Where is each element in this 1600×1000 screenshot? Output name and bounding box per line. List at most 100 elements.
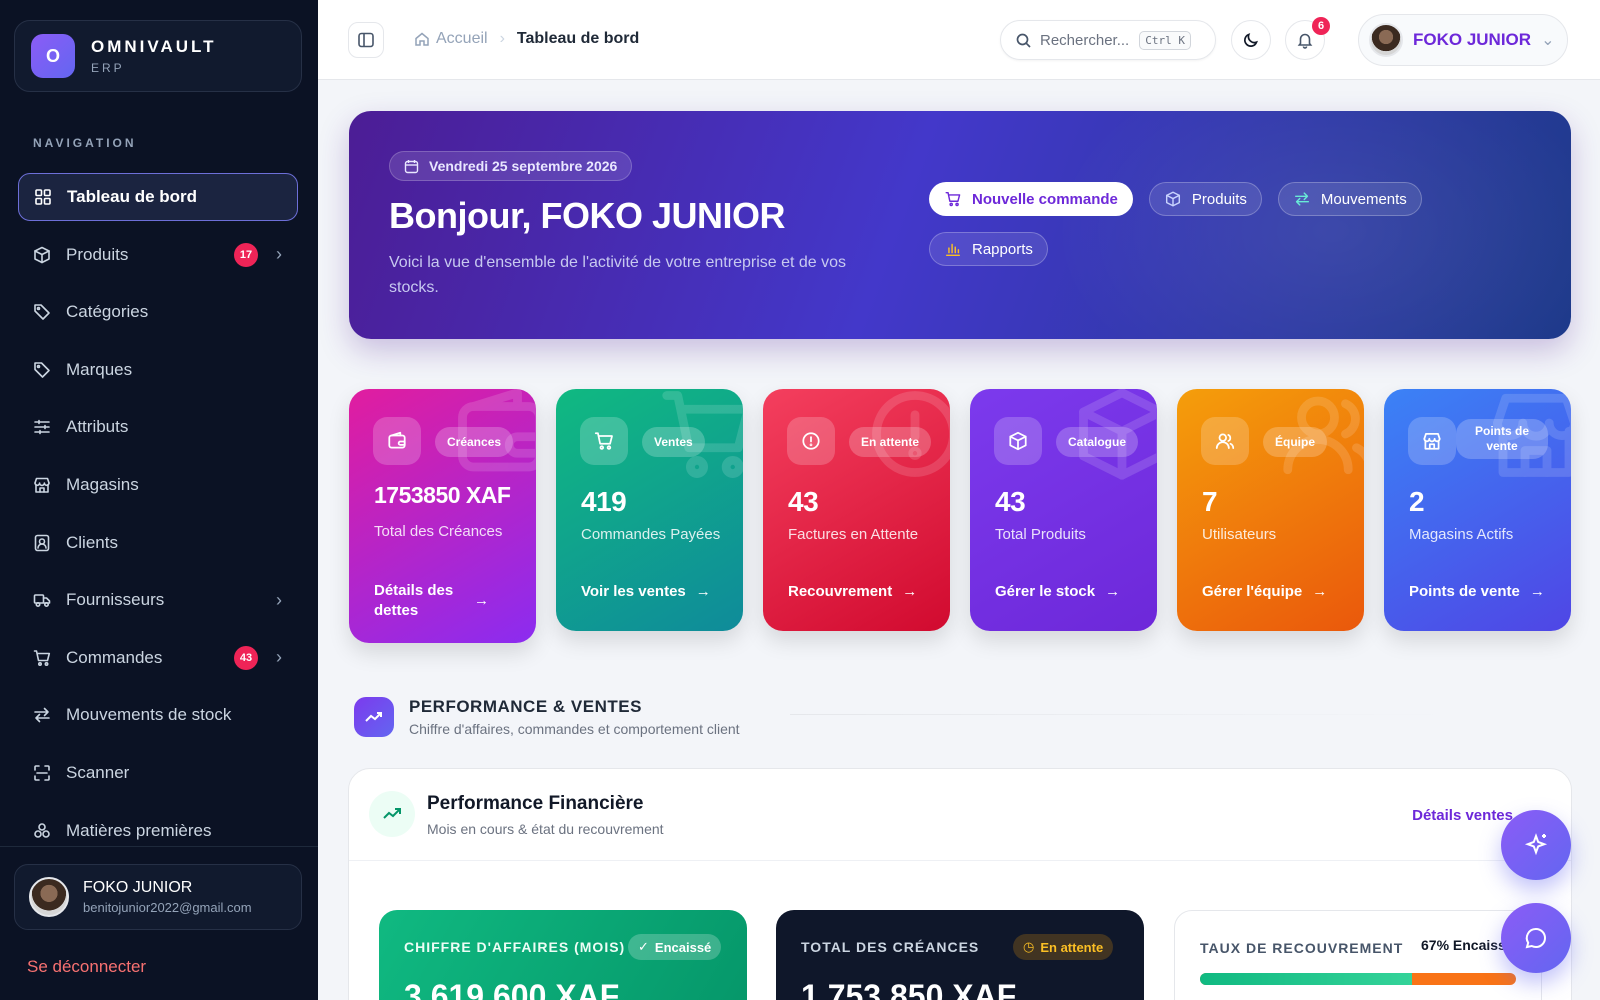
breadcrumb-home[interactable]: Accueil xyxy=(414,30,488,48)
produits-button[interactable]: Produits xyxy=(1148,182,1262,216)
user-email: benitojunior2022@gmail.com xyxy=(83,900,252,915)
section-divider xyxy=(790,714,1450,715)
sidebar-toggle-icon xyxy=(358,32,374,48)
hero-actions: Nouvelle commande Produits Mouvements Rappo… xyxy=(929,182,1449,266)
sidebar-item-label: Mouvements de stock xyxy=(66,705,232,725)
trending-up-icon xyxy=(354,697,394,737)
sidebar-toggle-button[interactable] xyxy=(348,22,384,58)
stat-link[interactable]: Recouvrement → xyxy=(788,583,917,600)
sidebar-item-label: Tableau de bord xyxy=(67,187,198,206)
hero-title: Bonjour, FOKO JUNIOR xyxy=(389,195,786,236)
scan-icon xyxy=(32,763,52,783)
profile-menu[interactable]: FOKO JUNIOR ⌄ xyxy=(1358,14,1568,66)
chevron-right-icon[interactable]: › xyxy=(276,590,282,611)
kpi-revenue-label: CHIFFRE D'AFFAIRES (MOIS) xyxy=(404,939,626,955)
stat-link[interactable]: Détails des dettes → xyxy=(374,581,514,621)
breadcrumb: Accueil › Tableau de bord xyxy=(414,30,639,48)
avatar xyxy=(1369,23,1403,57)
notifications-button[interactable]: 6 xyxy=(1285,17,1330,60)
stat-label: Total Produits xyxy=(995,526,1086,543)
stat-link[interactable]: Gérer l'équipe → xyxy=(1202,583,1327,600)
stat-link[interactable]: Points de vente → xyxy=(1409,583,1545,600)
sliders-icon xyxy=(32,417,52,437)
sidebar-item-label: Marques xyxy=(66,359,133,379)
sidebar-item-matieres-premieres[interactable]: Matières premières xyxy=(18,807,298,855)
stat-card[interactable]: Créances 1753850 XAF Total des Créances Dét… xyxy=(349,389,536,643)
sidebar-item-label: Catégories xyxy=(66,302,149,322)
stat-value: 1753850 XAF xyxy=(374,482,511,508)
search-input[interactable]: Rechercher... Ctrl K xyxy=(1000,20,1216,60)
chevron-right-icon[interactable]: › xyxy=(276,647,282,668)
clock-icon: ◷ xyxy=(1023,939,1035,954)
kpi-revenue-status-chip: ✓ Encaissé xyxy=(628,934,722,960)
arrow-right-icon: → xyxy=(902,583,918,600)
sidebar-item-categories[interactable]: Catégories xyxy=(18,288,298,336)
kpi-recovery-label: TAUX DE RECOUVREMENT xyxy=(1200,940,1404,956)
stat-card[interactable]: Catalogue 43 Total Produits Gérer le stock → xyxy=(970,389,1157,631)
stat-card[interactable]: En attente 43 Factures en Attente Recouvrem… xyxy=(763,389,950,631)
hero-action-label: Produits xyxy=(1191,190,1247,208)
chevron-right-icon[interactable]: › xyxy=(276,244,282,265)
recovery-progress-bar xyxy=(1200,973,1516,985)
count-badge: 17 xyxy=(234,242,258,267)
sidebar-item-magasins[interactable]: Magasins xyxy=(18,461,298,509)
brand-card[interactable]: O OMNIVAULT ERP xyxy=(14,20,302,92)
sidebar-item-fournisseurs[interactable]: Fournisseurs › xyxy=(18,576,298,624)
notification-count-badge: 6 xyxy=(1312,17,1330,35)
box-icon xyxy=(1164,190,1182,208)
panel-title: Performance Financière xyxy=(427,793,644,814)
sidebar-item-marques[interactable]: Marques xyxy=(18,346,298,394)
arrows-icon xyxy=(32,705,52,725)
chevron-right-icon: › xyxy=(499,30,505,47)
sidebar-item-attributs[interactable]: Attributs xyxy=(18,403,298,451)
cart-icon xyxy=(944,190,962,208)
chat-icon xyxy=(1525,927,1546,949)
sparkles-icon xyxy=(1524,833,1548,856)
rapports-button[interactable]: Rapports xyxy=(929,232,1048,266)
sidebar-item-commandes[interactable]: Commandes 43 › xyxy=(18,634,298,682)
sales-details-link[interactable]: Détails ventes xyxy=(1412,807,1513,824)
sidebar-item-label: Attributs xyxy=(66,417,129,437)
count-badge: 43 xyxy=(234,645,258,670)
sidebar-item-clients[interactable]: Clients xyxy=(18,519,298,567)
logout-link[interactable]: Se déconnecter xyxy=(27,957,146,977)
kpi-recovery-card: TAUX DE RECOUVREMENT 67% Encaissé xyxy=(1174,910,1542,1000)
stat-value: 43 xyxy=(788,486,819,517)
sidebar-item-label: Produits xyxy=(66,244,129,264)
materials-icon xyxy=(32,821,52,841)
stat-value: 2 xyxy=(1409,486,1425,517)
stat-link[interactable]: Gérer le stock → xyxy=(995,583,1120,600)
kpi-revenue-status: Encaissé xyxy=(654,939,712,955)
stat-tag: Points de vente xyxy=(1456,419,1548,459)
theme-toggle-button[interactable] xyxy=(1231,20,1271,60)
sidebar-item-tableau-de-bord[interactable]: Tableau de bord xyxy=(18,173,298,221)
stat-card[interactable]: Ventes 419 Commandes Payées Voir les ventes… xyxy=(556,389,743,631)
stat-link-label: Gérer l'équipe xyxy=(1202,583,1303,600)
chat-button[interactable] xyxy=(1501,903,1571,973)
cart-icon xyxy=(580,417,628,465)
kpi-receivables-status: En attente xyxy=(1040,939,1104,955)
stat-card[interactable]: Points de vente 2 Magasins Actifs Points de… xyxy=(1384,389,1571,631)
store-icon xyxy=(1408,417,1456,465)
avatar xyxy=(29,877,69,917)
nav-section-title: NAVIGATION xyxy=(33,136,137,150)
topbar: Accueil › Tableau de bord Rechercher... … xyxy=(318,0,1600,80)
calendar-icon xyxy=(404,159,419,173)
sidebar-user-card[interactable]: FOKO JUNIOR benitojunior2022@gmail.com xyxy=(14,864,302,930)
stat-label: Factures en Attente xyxy=(788,526,919,543)
check-circle-icon: ✓ xyxy=(638,939,649,954)
sidebar-item-produits[interactable]: Produits 17 › xyxy=(18,231,298,279)
section-subtitle: Chiffre d'affaires, commandes et comport… xyxy=(409,721,740,737)
nouvelle-commande-button[interactable]: Nouvelle commande xyxy=(929,182,1133,216)
stat-link-label: Voir les ventes xyxy=(581,583,686,600)
hero-action-label: Mouvements xyxy=(1320,190,1407,208)
kpi-receivables-status-chip: ◷ En attente xyxy=(1013,934,1114,960)
stat-card[interactable]: Équipe 7 Utilisateurs Gérer l'équipe → xyxy=(1177,389,1364,631)
mouvements-button[interactable]: Mouvements xyxy=(1277,182,1422,216)
sidebar-item-scanner[interactable]: Scanner xyxy=(18,749,298,797)
arrow-right-icon: → xyxy=(695,583,711,600)
ai-assistant-button[interactable] xyxy=(1501,810,1571,880)
sidebar-item-mouvements-de-stock[interactable]: Mouvements de stock xyxy=(18,691,298,739)
stat-value: 419 xyxy=(581,486,627,517)
stat-link[interactable]: Voir les ventes → xyxy=(581,583,711,600)
